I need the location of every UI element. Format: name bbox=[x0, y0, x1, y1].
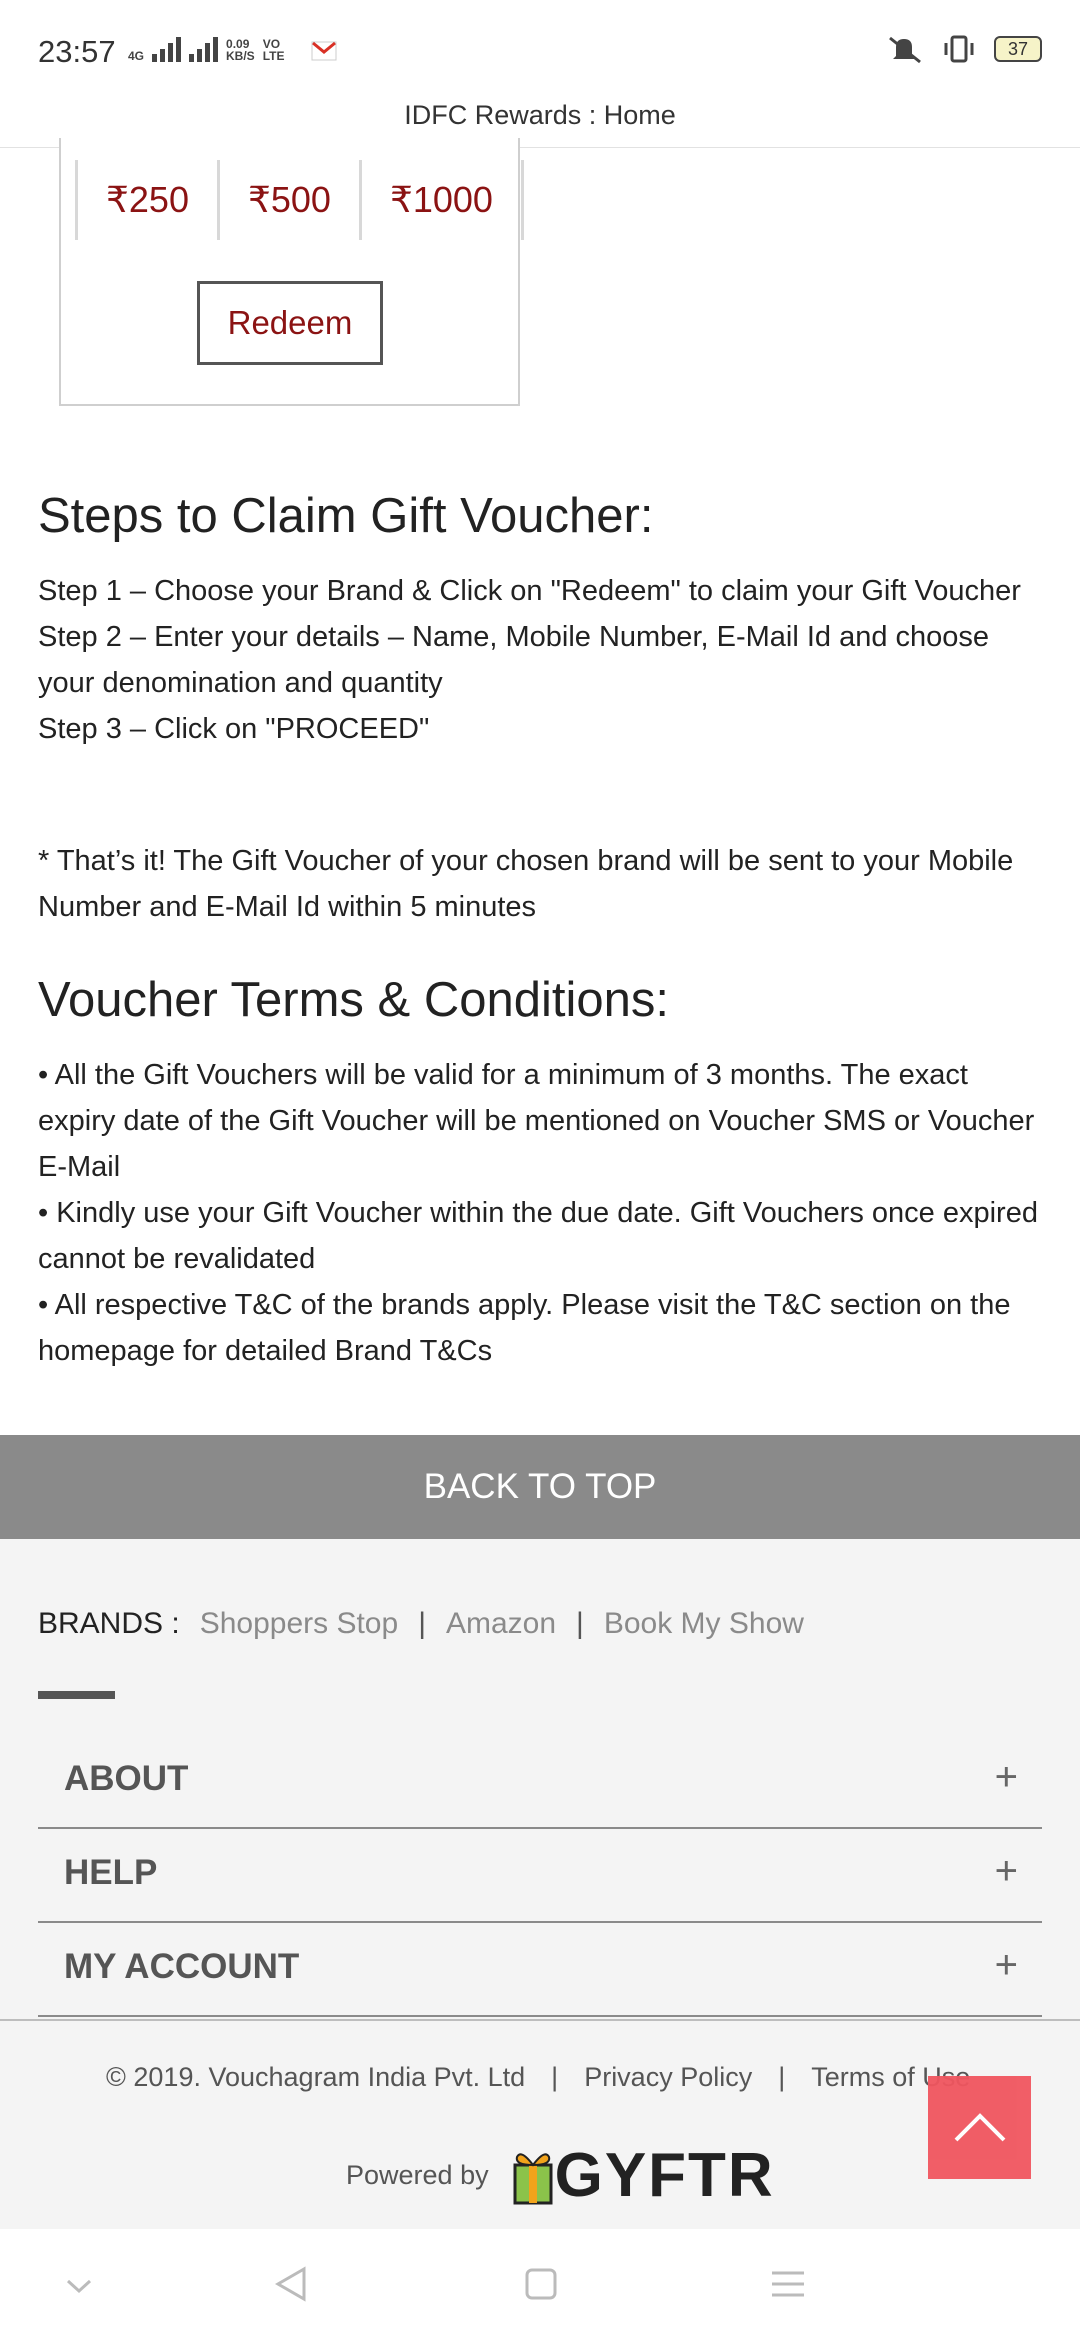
expand-plus-icon[interactable]: + bbox=[995, 1755, 1018, 1800]
vibrate-icon bbox=[944, 35, 974, 63]
steps-note: * That’s it! The Gift Voucher of your ch… bbox=[38, 845, 1014, 923]
footer-divider bbox=[0, 2019, 1080, 2021]
copyright-separator: | bbox=[551, 2062, 559, 2092]
steps-heading: Steps to Claim Gift Voucher: bbox=[38, 489, 654, 543]
status-bar: 23:57 4G 0.09 KB/S VO LTE 37 bbox=[0, 0, 1080, 100]
brand-link[interactable]: Amazon bbox=[446, 1607, 556, 1641]
chevron-up-icon bbox=[954, 2112, 1005, 2141]
terms-heading: Voucher Terms & Conditions: bbox=[38, 973, 669, 1027]
terms-item: • All respective T&C of the brands apply… bbox=[38, 1289, 1011, 1367]
status-right-icons: 37 bbox=[886, 34, 1042, 64]
steps-list: Step 1 – Choose your Brand & Click on "R… bbox=[38, 568, 1048, 752]
terms-item: • Kindly use your Gift Voucher within th… bbox=[38, 1197, 1038, 1275]
redeem-button[interactable]: Redeem bbox=[197, 281, 383, 365]
powered-by-row: Powered by GYFTR bbox=[346, 2140, 775, 2211]
copyright-separator: | bbox=[778, 2062, 786, 2092]
battery-icon: 37 bbox=[994, 36, 1042, 62]
terms-list: • All the Gift Vouchers will be valid fo… bbox=[38, 1052, 1048, 1374]
brand-separator: | bbox=[418, 1607, 426, 1640]
signal-icon-2 bbox=[189, 36, 219, 62]
step-line: Step 2 – Enter your details – Name, Mobi… bbox=[38, 621, 990, 699]
menu-icon[interactable] bbox=[770, 2269, 806, 2299]
terms-item: • All the Gift Vouchers will be valid fo… bbox=[38, 1059, 1035, 1183]
denomination-option[interactable]: ₹1000 bbox=[358, 160, 524, 240]
brands-label: BRANDS : bbox=[38, 1607, 180, 1640]
steps-section: Steps to Claim Gift Voucher: bbox=[38, 488, 1048, 544]
copyright-row: © 2019. Vouchagram India Pvt. Ltd | Priv… bbox=[106, 2062, 970, 2093]
brands-divider bbox=[38, 1691, 115, 1699]
brand-link[interactable]: Book My Show bbox=[604, 1607, 804, 1641]
brand-separator: | bbox=[576, 1607, 584, 1640]
page-title: IDFC Rewards : Home bbox=[404, 100, 676, 130]
signal-icon bbox=[152, 36, 182, 62]
chevron-down-icon[interactable] bbox=[64, 2277, 94, 2295]
expand-plus-icon[interactable]: + bbox=[995, 1943, 1018, 1988]
battery-level: 37 bbox=[1007, 38, 1029, 59]
data-speed-unit: KB/S bbox=[226, 49, 255, 63]
gmail-icon bbox=[311, 41, 337, 61]
step-line: Step 3 – Click on "PROCEED" bbox=[38, 713, 430, 745]
scroll-up-float-button[interactable] bbox=[928, 2076, 1031, 2179]
brands-row: BRANDS : Shoppers Stop | Amazon | Book M… bbox=[38, 1607, 804, 1641]
mute-icon bbox=[889, 36, 921, 64]
gyftr-logo-text: GYFTR bbox=[554, 2141, 775, 2210]
accordion-my-account[interactable]: MY ACCOUNT + bbox=[38, 1923, 1042, 2017]
terms-section: Voucher Terms & Conditions: bbox=[38, 972, 1048, 1028]
accordion-about[interactable]: ABOUT + bbox=[38, 1735, 1042, 1829]
powered-by-label: Powered by bbox=[346, 2160, 489, 2190]
status-time: 23:57 bbox=[38, 34, 116, 69]
gift-box-icon bbox=[513, 2152, 553, 2204]
denomination-option[interactable]: ₹500 bbox=[216, 160, 359, 240]
accordion-help[interactable]: HELP + bbox=[38, 1829, 1042, 1923]
accordion-title: HELP bbox=[64, 1853, 158, 1892]
volte-icon: VO LTE bbox=[262, 37, 285, 63]
system-nav-bar bbox=[0, 2229, 1080, 2340]
accordion-title: MY ACCOUNT bbox=[64, 1947, 300, 1986]
voucher-card: ₹250 ₹500 ₹1000 Redeem bbox=[59, 138, 524, 406]
copyright-text: © 2019. Vouchagram India Pvt. Ltd bbox=[106, 2062, 526, 2092]
expand-plus-icon[interactable]: + bbox=[995, 1849, 1018, 1894]
denomination-list: ₹250 ₹500 ₹1000 bbox=[75, 160, 524, 240]
accordion-title: ABOUT bbox=[64, 1759, 189, 1798]
home-icon[interactable] bbox=[524, 2267, 558, 2301]
step-line: Step 1 – Choose your Brand & Click on "R… bbox=[38, 575, 1021, 607]
back-to-top-button[interactable]: BACK TO TOP bbox=[0, 1435, 1080, 1539]
status-left-icons: 4G 0.09 KB/S VO LTE bbox=[128, 36, 337, 62]
denomination-option[interactable]: ₹250 bbox=[75, 160, 217, 240]
footer: BRANDS : Shoppers Stop | Amazon | Book M… bbox=[0, 1539, 1080, 2229]
network-type: 4G bbox=[128, 49, 145, 63]
brand-link[interactable]: Shoppers Stop bbox=[200, 1607, 398, 1641]
privacy-policy-link[interactable]: Privacy Policy bbox=[584, 2062, 752, 2093]
gyftr-logo: GYFTR bbox=[511, 2140, 775, 2211]
back-icon[interactable] bbox=[272, 2265, 308, 2303]
